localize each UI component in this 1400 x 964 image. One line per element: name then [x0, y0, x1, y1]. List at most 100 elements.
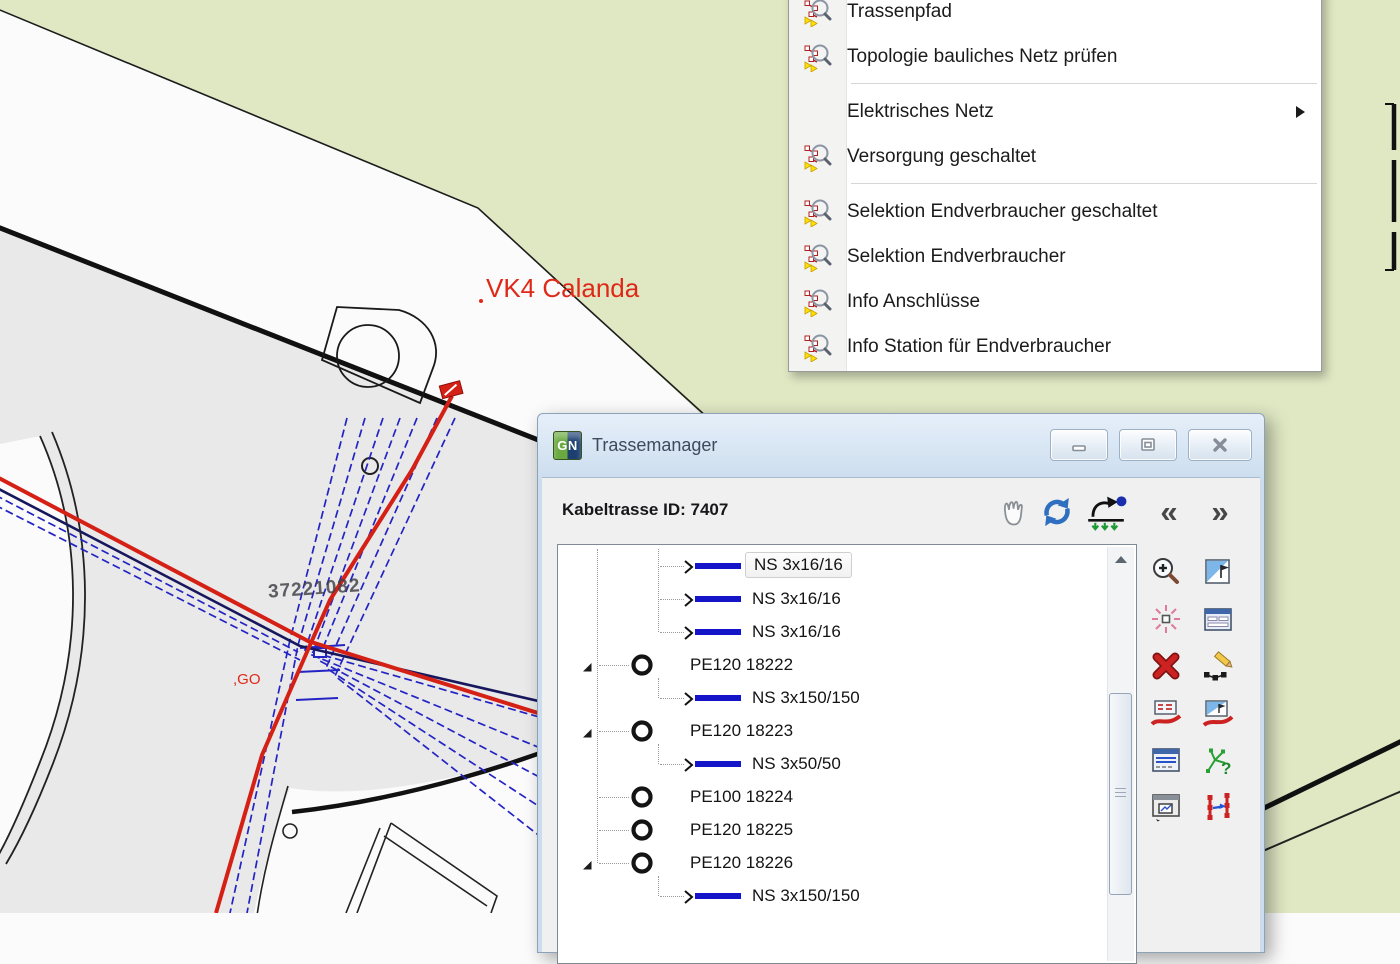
cable-line-icon — [695, 695, 741, 701]
trace-icon — [802, 197, 832, 227]
close-button[interactable] — [1188, 429, 1252, 461]
measure-icon — [1202, 791, 1234, 823]
tree-item-label: NS 3x150/150 — [752, 688, 860, 708]
route-tree-panel: NS 3x16/16 NS 3x16/16 NS 3x16/16 PE120 1822… — [557, 544, 1137, 964]
tree-connector — [658, 549, 659, 632]
protocol-button[interactable] — [1149, 743, 1183, 777]
menu-item-label: Info Station für Endverbraucher — [847, 336, 1111, 358]
flash-button[interactable] — [1149, 602, 1183, 636]
menu-item-label: Selektion Endverbraucher — [847, 246, 1066, 268]
conduit-icon — [630, 785, 654, 809]
flag-marker — [439, 381, 463, 399]
app-logo: GN — [553, 431, 582, 460]
previous-chevrons-icon: « — [1160, 497, 1177, 527]
minimize-button[interactable] — [1050, 429, 1108, 461]
conduit-icon — [630, 851, 654, 875]
tree-item-label: NS 3x16/16 — [745, 552, 852, 578]
menu-item-label: Selektion Endverbraucher geschaltet — [847, 201, 1158, 223]
expand-triangle-icon[interactable] — [582, 660, 593, 671]
close-icon — [1209, 434, 1231, 456]
menu-item-trassenpfad[interactable]: Trassenpfad — [789, 0, 1321, 34]
cable-line-icon — [695, 629, 741, 635]
tree-item-label: NS 3x50/50 — [752, 754, 841, 774]
cable-arrow-icon — [684, 560, 694, 574]
pan-button[interactable] — [992, 492, 1034, 532]
window-title: Trassemanager — [592, 435, 717, 456]
maximize-icon — [1137, 434, 1159, 456]
hand-icon — [992, 493, 1034, 531]
scrollbar-grip-icon — [1115, 788, 1126, 797]
tree-item-ns-3x16-16-2[interactable]: NS 3x16/16 — [558, 619, 1136, 646]
tree-item-pe100-18224-7[interactable]: PE100 18224 — [558, 784, 1136, 811]
next-chevrons-icon: » — [1211, 497, 1228, 527]
refresh-icon — [1039, 493, 1075, 531]
cable-arrow-icon — [684, 758, 694, 772]
tree-item-label: PE120 18225 — [690, 820, 793, 840]
report-button[interactable] — [1149, 790, 1183, 824]
trace-route-icon — [1083, 493, 1129, 531]
menu-item-info-station-f-r-endverbraucher[interactable]: Info Station für Endverbraucher — [789, 324, 1321, 369]
cable-flag-button[interactable] — [1201, 696, 1235, 730]
expand-triangle-icon[interactable] — [582, 858, 593, 869]
menu-item-selektion-endverbraucher[interactable]: Selektion Endverbraucher — [789, 234, 1321, 279]
edit-vertices-button[interactable] — [1201, 649, 1235, 683]
flag-map-button[interactable] — [1201, 555, 1235, 589]
tree-item-ns-3x150-150-10[interactable]: NS 3x150/150 — [558, 883, 1136, 910]
refresh-button[interactable] — [1039, 492, 1075, 532]
map-label-annotation: ,GO — [233, 671, 261, 688]
tree-item-pe120-18222-3[interactable]: PE120 18222 — [558, 652, 1136, 679]
tree-item-ns-3x150-150-4[interactable]: NS 3x150/150 — [558, 685, 1136, 712]
menu-item-topologie-bauliches-netz-pr-fen[interactable]: Topologie bauliches Netz prüfen — [789, 34, 1321, 79]
scroll-up-button[interactable] — [1108, 547, 1134, 572]
next-button[interactable]: » — [1205, 492, 1235, 532]
minimize-icon — [1068, 434, 1090, 456]
menu-item-versorgung-geschaltet[interactable]: Versorgung geschaltet — [789, 134, 1321, 179]
trace-query-button[interactable]: ? — [1201, 743, 1235, 777]
delete-button[interactable] — [1149, 649, 1183, 683]
trace-icon — [802, 142, 832, 172]
protocol-icon — [1150, 744, 1182, 776]
cable-route-id-label: Kabeltrasse ID: 7407 — [562, 500, 728, 520]
tree-item-ns-3x16-16-0[interactable]: NS 3x16/16 — [558, 553, 1136, 580]
flag-map-icon — [1202, 556, 1234, 588]
maximize-button[interactable] — [1119, 429, 1177, 461]
menu-item-info-anschl-sse[interactable]: Info Anschlüsse — [789, 279, 1321, 324]
report-icon — [1150, 791, 1182, 823]
menu-item-label: Topologie bauliches Netz prüfen — [847, 46, 1117, 68]
tree-item-pe120-18225-8[interactable]: PE120 18225 — [558, 817, 1136, 844]
flash-icon — [1150, 603, 1182, 635]
cable-form-icon — [1150, 697, 1182, 729]
properties-icon — [1202, 603, 1234, 635]
zoom-in-button[interactable] — [1149, 555, 1183, 589]
previous-button[interactable]: « — [1154, 492, 1184, 532]
trace-query-icon: ? — [1202, 744, 1234, 776]
tree-item-ns-3x50-50-6[interactable]: NS 3x50/50 — [558, 751, 1136, 778]
label-anchor-dot — [479, 299, 483, 303]
tree-scrollbar[interactable] — [1107, 547, 1134, 961]
menu-item-label: Elektrisches Netz — [847, 101, 994, 123]
cable-arrow-icon — [684, 692, 694, 706]
menu-item-elektrisches-netz[interactable]: Elektrisches Netz — [789, 89, 1321, 134]
menu-item-selektion-endverbraucher-geschaltet[interactable]: Selektion Endverbraucher geschaltet — [789, 189, 1321, 234]
trace-icon — [802, 0, 832, 27]
cable-flag-icon — [1202, 697, 1234, 729]
follow-trace-button[interactable] — [1083, 492, 1129, 532]
measure-button[interactable] — [1201, 790, 1235, 824]
properties-button[interactable] — [1201, 602, 1235, 636]
tree-item-label: PE100 18224 — [690, 787, 793, 807]
cable-arrow-icon — [684, 593, 694, 607]
scrollbar-thumb[interactable] — [1109, 693, 1132, 895]
expand-triangle-icon[interactable] — [582, 726, 593, 737]
tree-item-pe120-18226-9[interactable]: PE120 18226 — [558, 850, 1136, 877]
tree-item-ns-3x16-16-1[interactable]: NS 3x16/16 — [558, 586, 1136, 613]
edit-vertices-icon — [1202, 650, 1234, 682]
window-body: Kabeltrasse ID: 7407 « » NS 3x16/16 NS 3x1… — [542, 477, 1260, 952]
menu-separator — [851, 183, 1317, 185]
cable-form-button[interactable] — [1149, 696, 1183, 730]
submenu-arrow-icon — [1296, 106, 1305, 118]
tree-item-pe120-18223-5[interactable]: PE120 18223 — [558, 718, 1136, 745]
tree-item-label: NS 3x150/150 — [752, 886, 860, 906]
cable-line-icon — [695, 761, 741, 767]
window-titlebar[interactable]: GN Trassemanager — [538, 414, 1264, 476]
tree-connector — [658, 876, 659, 896]
